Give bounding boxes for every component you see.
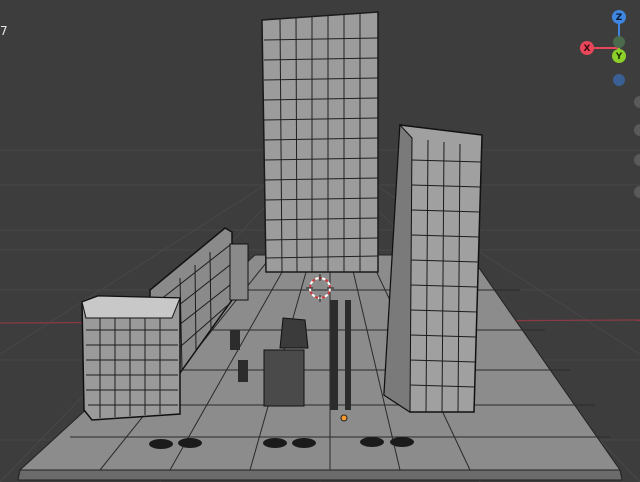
x-axis-label: X bbox=[584, 44, 591, 54]
z-axis-label: Z bbox=[616, 13, 623, 23]
viewport-side-button[interactable] bbox=[634, 186, 640, 198]
viewport-side-button[interactable] bbox=[634, 124, 640, 136]
3d-viewport[interactable]: 7 Z X Y bbox=[0, 0, 640, 482]
origin-point-icon bbox=[340, 414, 348, 422]
left-front-block[interactable] bbox=[81, 295, 181, 421]
y-axis-handle[interactable]: Y bbox=[612, 49, 626, 63]
viewport-overlay-text: 7 bbox=[0, 24, 8, 38]
right-tower[interactable] bbox=[383, 123, 483, 413]
neg-z-axis-handle[interactable] bbox=[613, 74, 625, 86]
central-tower[interactable] bbox=[261, 11, 379, 273]
viewport-side-button[interactable] bbox=[634, 96, 640, 108]
ground-edge bbox=[17, 469, 623, 481]
z-axis-handle[interactable]: Z bbox=[612, 10, 626, 24]
navigation-gizmo-icon[interactable]: Z X Y bbox=[576, 6, 640, 86]
viewport-side-button[interactable] bbox=[634, 154, 640, 166]
scene-canvas[interactable] bbox=[0, 0, 640, 482]
y-axis-label: Y bbox=[615, 52, 623, 62]
x-axis-handle[interactable]: X bbox=[580, 41, 594, 55]
